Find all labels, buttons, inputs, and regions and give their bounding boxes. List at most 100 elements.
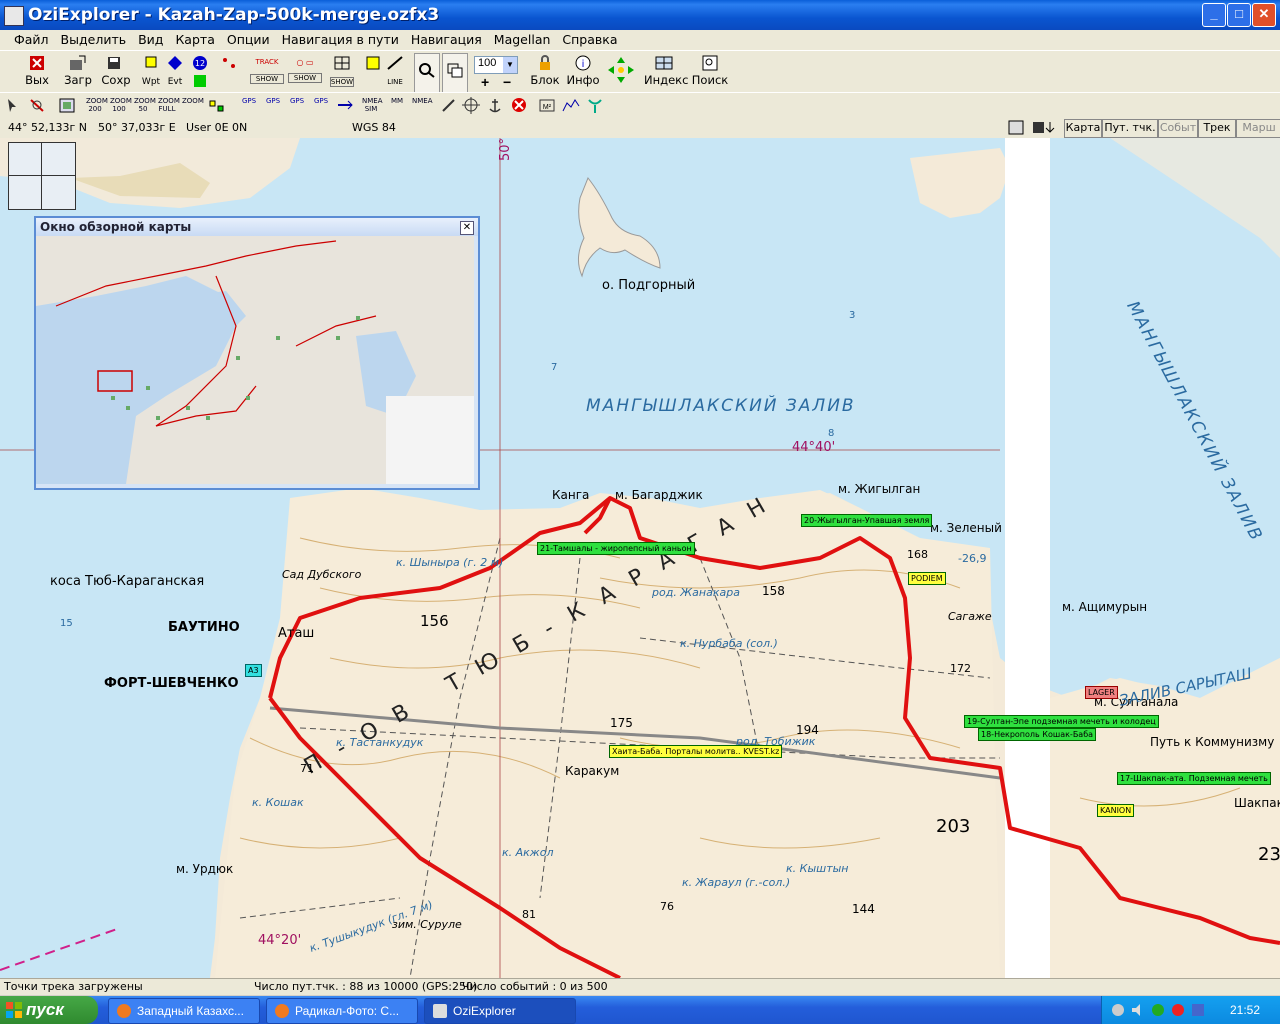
map-navigator[interactable]: [8, 142, 76, 210]
profile-icon[interactable]: [562, 97, 580, 114]
nmea-button[interactable]: NMEA: [412, 97, 433, 114]
save-arrow-icon[interactable]: [1032, 120, 1056, 135]
track-point-button[interactable]: [216, 53, 242, 91]
map-window-icon[interactable]: [58, 97, 76, 114]
waypoint-label[interactable]: LAGER: [1085, 686, 1118, 699]
exit-button[interactable]: Вых: [22, 53, 52, 91]
start-button[interactable]: пуск: [0, 996, 98, 1024]
map-view-icon[interactable]: [1008, 120, 1024, 135]
menu-file[interactable]: Файл: [8, 30, 55, 47]
maximize-button[interactable]: □: [1227, 3, 1251, 27]
zoom-in-button[interactable]: +: [481, 74, 489, 90]
close-button[interactable]: ✕: [1252, 3, 1276, 27]
task-item-1[interactable]: Западный Казахс...: [108, 998, 260, 1024]
menu-options[interactable]: Опции: [221, 30, 276, 47]
zoom-select[interactable]: 100 ▼: [474, 56, 518, 74]
select-tool-icon[interactable]: [6, 97, 24, 114]
menu-select[interactable]: Выделить: [55, 30, 133, 47]
waypoint-label[interactable]: A3: [245, 664, 262, 677]
label-tyub-kosa: коса Тюб-Караганская: [50, 574, 205, 589]
label-achshimurin: м. Ащимурын: [1062, 600, 1148, 614]
overview-window[interactable]: Окно обзорной карты ✕: [34, 216, 480, 490]
tab-event[interactable]: Событ: [1158, 119, 1198, 138]
latitude-readout: 44° 52,133г N: [8, 121, 87, 134]
mm-button[interactable]: MM: [388, 97, 406, 114]
radio-icon[interactable]: [586, 97, 604, 114]
load-button[interactable]: Загр: [62, 53, 94, 91]
index-button[interactable]: Индекс: [644, 53, 688, 91]
zoom-full-button[interactable]: ZOOM FULL: [158, 97, 180, 114]
line-button[interactable]: LINE: [384, 53, 406, 91]
network-icon[interactable]: [1110, 1002, 1126, 1018]
tray-app-icon[interactable]: [1190, 1002, 1206, 1018]
overview-map[interactable]: [36, 236, 474, 484]
evt-button[interactable]: Evt: [164, 53, 186, 91]
waypoint-label[interactable]: KANION: [1097, 804, 1135, 817]
waypoint-label[interactable]: 19-Султан-Эпе подземная мечеть и колодец: [964, 715, 1159, 728]
map-canvas[interactable]: о. Подгорный МАНГЫШЛАКСКИЙ ЗАЛИВ МАНГЫШЛ…: [0, 138, 1280, 978]
waypoint-label[interactable]: 20-Жыгылган-Упавшая земля: [801, 514, 933, 527]
waypoint-label[interactable]: Хаита-Баба. Порталы молитв.. KVEST.kz: [609, 745, 783, 758]
route-show-button[interactable]: ○ ▭ SHOW: [288, 53, 322, 91]
name-toggle-button[interactable]: [362, 53, 384, 91]
waypoints-icon[interactable]: [208, 97, 226, 114]
nmea-sim-button[interactable]: NMEA SIM: [362, 97, 383, 114]
waypoint-label[interactable]: 21-Тамшалы - жиропепсный каньон: [537, 542, 695, 555]
zoom-tool-button[interactable]: [414, 53, 440, 93]
menu-moving-nav[interactable]: Навигация в пути: [276, 30, 405, 47]
block-button[interactable]: Блок: [528, 53, 562, 91]
move-map-icon: [447, 63, 463, 78]
tab-route[interactable]: Марш: [1236, 119, 1280, 138]
waypoint-icon: [145, 56, 157, 68]
pan-button[interactable]: [604, 53, 638, 91]
menu-help[interactable]: Справка: [556, 30, 623, 47]
zoom-value: 100: [478, 57, 497, 69]
task-item-3[interactable]: OziExplorer: [424, 998, 576, 1024]
menu-view[interactable]: Вид: [132, 30, 169, 47]
zoom-50-button[interactable]: ZOOM 50: [134, 97, 156, 114]
chevron-down-icon[interactable]: ▼: [503, 57, 517, 73]
volume-icon[interactable]: [1130, 1002, 1146, 1018]
gps-button-4[interactable]: GPS: [312, 97, 330, 114]
stop-icon[interactable]: [510, 97, 528, 114]
zoom-button[interactable]: ZOOM: [182, 97, 204, 114]
route-button[interactable]: 12: [188, 53, 212, 91]
search-button[interactable]: Поиск: [690, 53, 730, 91]
tab-track[interactable]: Трек: [1198, 119, 1236, 138]
waypoint-label[interactable]: 18-Некрополь Кошак-Баба: [978, 728, 1097, 741]
wpt-button[interactable]: Wpt: [140, 53, 162, 91]
zoom-200-button[interactable]: ZOOM 200: [86, 97, 108, 114]
overview-close-button[interactable]: ✕: [460, 221, 474, 235]
gps-button-1[interactable]: GPS: [240, 97, 258, 114]
target-icon[interactable]: [462, 97, 480, 114]
gps-transfer-icon[interactable]: [336, 97, 354, 114]
save-button[interactable]: Сохр: [100, 53, 132, 91]
minimize-button[interactable]: _: [1202, 3, 1226, 27]
waypoint-label[interactable]: PODIEM: [908, 572, 946, 585]
info-icon: i: [575, 55, 591, 71]
label-nurbaba: к. Нурбаба (сол.): [680, 637, 778, 650]
gps-button-3[interactable]: GPS: [288, 97, 306, 114]
area-icon[interactable]: M²: [538, 97, 556, 114]
track-show-button[interactable]: TRACK SHOW: [250, 53, 284, 91]
move-map-button[interactable]: [442, 53, 468, 93]
menu-navigation[interactable]: Навигация: [405, 30, 488, 47]
zoom-out-button[interactable]: −: [503, 74, 511, 90]
menu-map[interactable]: Карта: [169, 30, 220, 47]
info-button[interactable]: i Инфо: [566, 53, 600, 91]
zoom-100-button[interactable]: ZOOM 100: [110, 97, 132, 114]
anchor-icon[interactable]: [486, 97, 504, 114]
gps-button-2[interactable]: GPS: [264, 97, 282, 114]
tab-waypoint[interactable]: Пут. тчк.: [1102, 119, 1158, 138]
menu-magellan[interactable]: Magellan: [488, 30, 557, 47]
task-item-2[interactable]: Радикал-Фото: С...: [266, 998, 418, 1024]
antivirus-icon[interactable]: [1170, 1002, 1186, 1018]
security-icon[interactable]: [1150, 1002, 1166, 1018]
cursor-tool-icon[interactable]: [28, 97, 46, 114]
grid-show-button[interactable]: SHOW: [328, 53, 356, 91]
label-fort: ФОРТ-ШЕВЧЕНКО: [104, 676, 239, 691]
pen-icon[interactable]: [440, 97, 458, 114]
waypoint-label[interactable]: 17-Шакпак-ата. Подземная мечеть: [1117, 772, 1271, 785]
datum-readout: WGS 84: [352, 121, 396, 134]
tab-map[interactable]: Карта: [1064, 119, 1102, 138]
